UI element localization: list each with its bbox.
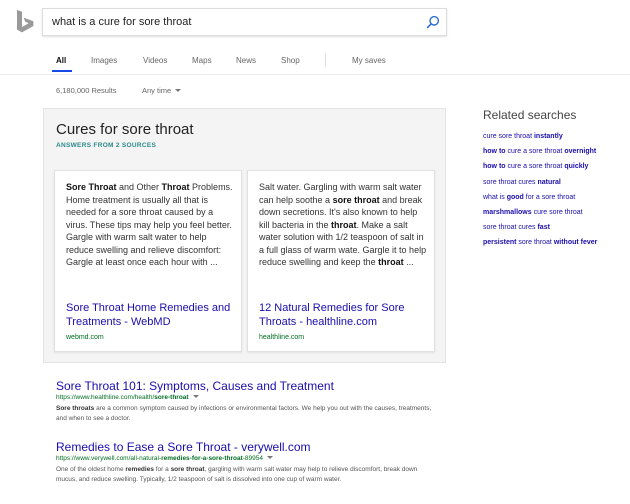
result-url-text: https://www.healthline.com/health/sore-t… [56, 394, 189, 401]
answer-card: Salt water. Gargling with warm salt wate… [247, 170, 435, 352]
answer-card: Sore Throat and Other Throat Problems. H… [54, 170, 242, 352]
related-search-link[interactable]: cure sore throat instantly [483, 129, 628, 144]
related-search-link[interactable]: sore throat cures fast [483, 220, 628, 235]
tab-news[interactable]: News [236, 56, 256, 65]
time-filter-dropdown[interactable]: Any time [142, 86, 182, 95]
time-filter-label: Any time [142, 86, 172, 95]
answer-card-snippet: Salt water. Gargling with warm salt wate… [259, 182, 427, 267]
bing-logo-icon[interactable] [14, 9, 36, 33]
nav-divider [0, 74, 630, 75]
tab-my-saves[interactable]: My saves [352, 56, 386, 65]
caret-down-icon[interactable] [267, 456, 274, 459]
result-title-link[interactable]: Remedies to Ease a Sore Throat - verywel… [56, 440, 436, 454]
answer-card-domain: webmd.com [66, 334, 104, 341]
result-url: https://www.healthline.com/health/sore-t… [56, 394, 436, 402]
related-search-link[interactable]: how to cure a sore throat quickly [483, 159, 628, 174]
results-count: 6,180,000 Results [56, 86, 117, 95]
answer-card-link[interactable]: 12 Natural Remedies for Sore Throats - h… [259, 302, 429, 329]
tab-shop[interactable]: Shop [281, 56, 300, 65]
result-url-text: https://www.verywell.com/all-natural-rem… [56, 455, 264, 462]
result-snippet: Sore throats are a common symptom caused… [56, 405, 432, 422]
related-search-link[interactable]: marshmallows cure sore throat [483, 205, 628, 220]
caret-down-icon[interactable] [192, 395, 199, 398]
tab-maps[interactable]: Maps [192, 56, 212, 65]
related-search-link[interactable]: what is good for a sore throat [483, 190, 628, 205]
tab-videos[interactable]: Videos [143, 56, 167, 65]
magnifier-icon [426, 15, 440, 29]
answer-title: Cures for sore throat [56, 121, 194, 138]
result-url: https://www.verywell.com/all-natural-rem… [56, 455, 436, 463]
related-search-link[interactable]: how to cure a sore throat overnight [483, 144, 628, 159]
tab-divider [325, 53, 326, 67]
search-input[interactable]: what is a cure for sore throat [43, 16, 420, 28]
answer-card-snippet: Sore Throat and Other Throat Problems. H… [66, 182, 233, 267]
answer-box: Cures for sore throat ANSWERS FROM 2 SOU… [43, 108, 446, 363]
answer-card-domain: healthline.com [259, 334, 305, 341]
result-snippet: One of the oldest home remedies for a so… [56, 466, 418, 483]
related-searches-heading: Related searches [483, 108, 577, 122]
search-result: Sore Throat 101: Symptoms, Causes and Tr… [56, 379, 436, 424]
related-search-link[interactable]: persistent sore throat without fever [483, 235, 628, 250]
related-searches: Related searches cure sore throat instan… [483, 108, 628, 251]
tab-all[interactable]: All [56, 56, 66, 65]
answer-sources-label: ANSWERS FROM 2 SOURCES [56, 142, 157, 149]
caret-down-icon [175, 89, 182, 92]
search-button[interactable] [420, 9, 446, 35]
search-result: Remedies to Ease a Sore Throat - verywel… [56, 440, 436, 485]
related-search-link[interactable]: sore throat cures natural [483, 175, 628, 190]
filter-bar: 6,180,000 Results Any time [56, 86, 182, 95]
tab-images[interactable]: Images [91, 56, 117, 65]
result-title-link[interactable]: Sore Throat 101: Symptoms, Causes and Tr… [56, 379, 436, 393]
answer-card-link[interactable]: Sore Throat Home Remedies and Treatments… [66, 302, 236, 329]
search-box[interactable]: what is a cure for sore throat [42, 8, 447, 36]
active-tab-indicator [52, 70, 72, 72]
